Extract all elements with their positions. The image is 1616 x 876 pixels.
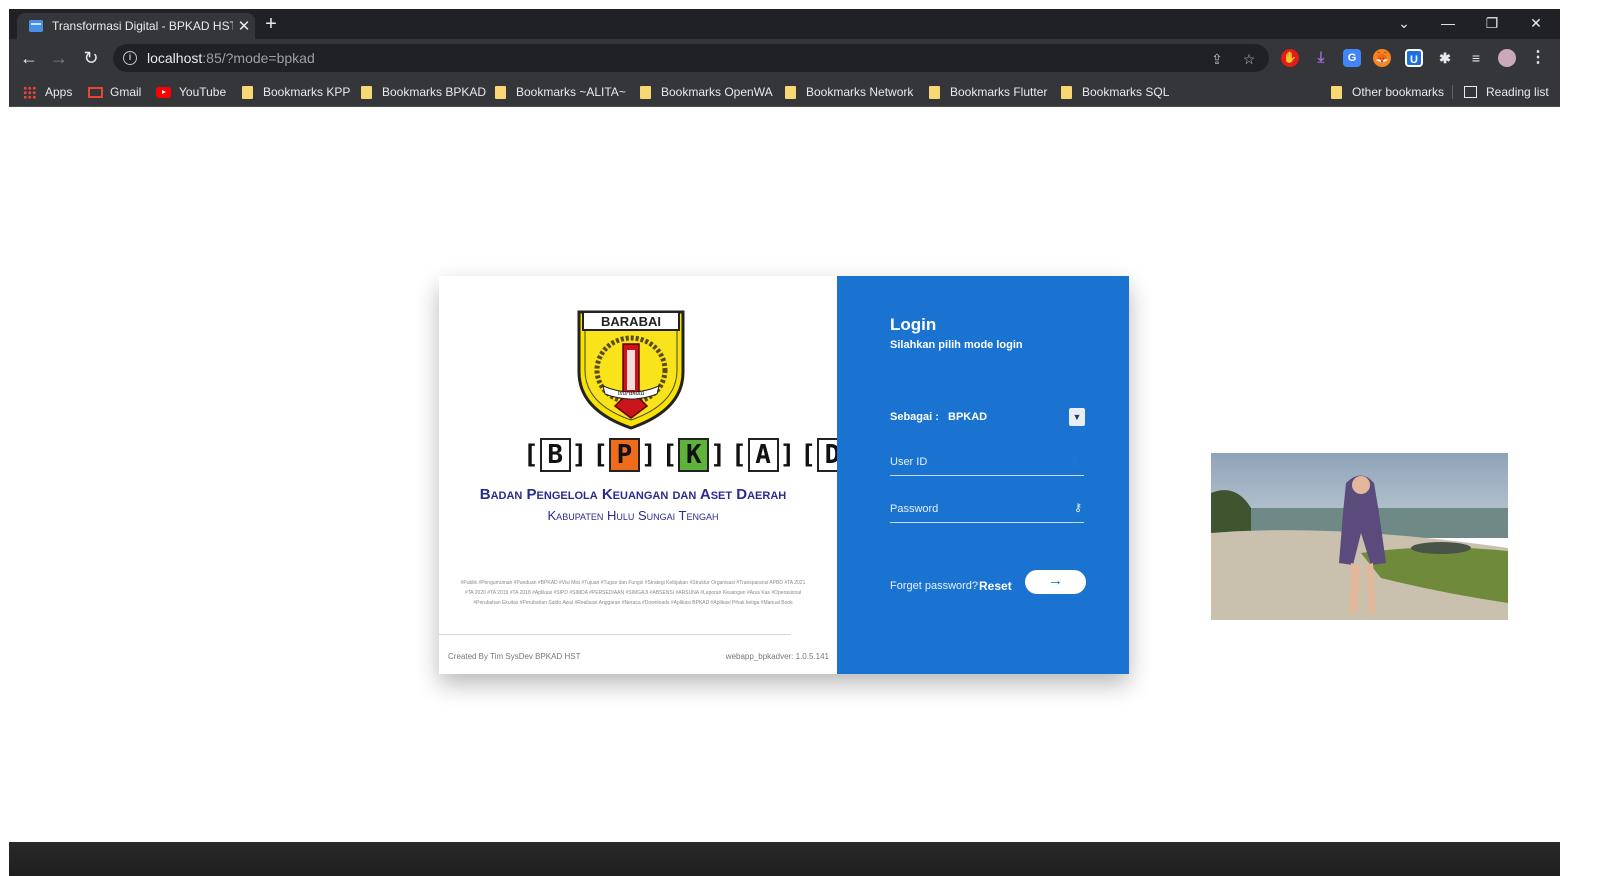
folder-icon (242, 85, 253, 99)
tab-search-chevron-icon[interactable]: ⌄ (1382, 9, 1426, 39)
forward-button[interactable]: → (47, 46, 71, 70)
url-path: :85/?mode=bpkad (202, 50, 315, 66)
barabai-crest-logo: BARABAI murakata (577, 310, 685, 430)
taskbar (9, 842, 1560, 876)
folder-icon (495, 85, 506, 99)
brand-panel: BARABAI murakata [B] [P] [K] [A] [D] Bad… (439, 276, 865, 674)
bookmark-gmail[interactable]: Gmail (88, 84, 141, 100)
userid-field[interactable]: 👤 (890, 452, 1084, 476)
arrow-right-icon: → (1048, 572, 1063, 589)
browser-window: Transformasi Digital - BPKAD HST ✕ + ⌄ —… (9, 9, 1560, 876)
org-region: Kabupaten Hulu Sungai Tengah (547, 508, 719, 523)
address-bar[interactable]: i localhost :85/?mode=bpkad ⇪ ☆ (113, 44, 1269, 72)
bpkad-letter-k: [K] (661, 438, 726, 472)
created-by-text: Created By Tim SysDev BPKAD HST (448, 652, 581, 661)
bookmarks-bar: Apps Gmail YouTube Bookmarks KPP Bookmar… (9, 77, 1560, 107)
bookmark-folder-network[interactable]: Bookmarks Network (785, 84, 913, 100)
url-host: localhost (147, 50, 203, 66)
login-title: Login (890, 315, 937, 334)
menu-kebab-icon[interactable]: ⋮ (1529, 49, 1547, 67)
bookmark-star-icon[interactable]: ☆ (1241, 51, 1257, 67)
version-text: webapp_bpkadver: 1.0.5.141 (725, 652, 829, 661)
userid-input[interactable] (890, 456, 1060, 468)
footer-divider (439, 634, 791, 635)
bookmark-folder-bpkad[interactable]: Bookmarks BPKAD (361, 84, 486, 100)
password-input[interactable] (890, 503, 1060, 515)
bookmark-folder-sql[interactable]: Bookmarks SQL (1061, 84, 1169, 100)
minimize-button[interactable]: — (1426, 9, 1470, 39)
bpkad-letter-b: [B] (523, 438, 588, 472)
translate-extension-icon[interactable]: G (1343, 49, 1361, 67)
bookmark-folder-kpp[interactable]: Bookmarks KPP (242, 84, 350, 100)
bookmark-apps[interactable]: Apps (23, 84, 72, 100)
metamask-extension-icon[interactable]: 🦊 (1373, 49, 1391, 67)
bookmark-separator (1452, 85, 1453, 99)
gmail-icon (88, 86, 103, 98)
folder-icon (1061, 85, 1072, 99)
tab-title: Transformasi Digital - BPKAD HST (52, 19, 233, 33)
tab-strip: Transformasi Digital - BPKAD HST ✕ + ⌄ —… (9, 9, 1560, 39)
extensions-puzzle-icon[interactable]: ✱ (1436, 49, 1454, 67)
close-window-button[interactable]: ✕ (1514, 9, 1558, 39)
crest-title-text: BARABAI (601, 314, 661, 329)
youtube-icon (156, 86, 171, 98)
bookmark-other[interactable]: Other bookmarks (1331, 84, 1444, 100)
login-card: BARABAI murakata [B] [P] [K] [A] [D] Bad… (439, 276, 1129, 674)
reading-list[interactable]: Reading list (1464, 84, 1549, 100)
folder-icon (785, 85, 796, 99)
folder-icon (361, 85, 372, 99)
tab-active[interactable]: Transformasi Digital - BPKAD HST ✕ (17, 13, 255, 39)
crest-ribbon-text: murakata (618, 389, 645, 397)
sebagai-dropdown-chevron-icon[interactable]: ▼ (1069, 408, 1085, 426)
reading-list-icon (1464, 86, 1477, 98)
reload-button[interactable]: ↻ (79, 46, 103, 70)
login-panel: Login Silahkan pilih mode login Sebagai … (837, 276, 1129, 674)
profile-avatar[interactable] (1498, 49, 1516, 67)
page-favicon-icon (29, 20, 43, 32)
bookmark-folder-alita[interactable]: Bookmarks ~ALITA~ (495, 84, 626, 100)
back-button[interactable]: ← (17, 46, 41, 70)
sebagai-label: Sebagai : (890, 411, 939, 423)
media-playlist-icon[interactable]: ≡ (1467, 49, 1485, 67)
download-extension-icon[interactable]: ⤓ (1312, 49, 1330, 67)
forget-password-text: Forget password? (890, 580, 979, 592)
apps-grid-icon (23, 85, 36, 99)
folder-icon (1331, 85, 1342, 99)
browser-toolbar: ← → ↻ i localhost :85/?mode=bpkad ⇪ ☆ ✋ … (9, 39, 1560, 77)
bpkad-letter-a: [A] (730, 438, 796, 472)
video-thumbnail[interactable] (1211, 453, 1508, 620)
key-icon: ⚷ (1073, 502, 1082, 514)
bookmark-youtube[interactable]: YouTube (156, 84, 226, 100)
folder-icon (640, 85, 651, 99)
tab-close-icon[interactable]: ✕ (233, 17, 255, 35)
login-subtitle: Silahkan pilih mode login (890, 339, 1023, 351)
login-submit-button[interactable]: → (1025, 570, 1086, 594)
new-tab-button[interactable]: + (259, 12, 283, 36)
user-icon: 👤 (1068, 455, 1082, 467)
ui-extension-icon[interactable]: U (1405, 49, 1423, 67)
reset-link[interactable]: Reset (979, 579, 1012, 593)
bpkad-wordmark: [B] [P] [K] [A] [D] (523, 438, 865, 472)
bookmark-folder-flutter[interactable]: Bookmarks Flutter (929, 84, 1047, 100)
org-name: Badan Pengelola Keuangan dan Aset Daerah (479, 486, 787, 503)
adblock-extension-icon[interactable]: ✋ (1281, 49, 1299, 67)
bookmark-folder-openwa[interactable]: Bookmarks OpenWA (640, 84, 773, 100)
share-icon[interactable]: ⇪ (1209, 51, 1225, 67)
hashtag-list: #Publik #Pengumuman #Panduan #BPKAD #Vis… (460, 580, 806, 606)
bpkad-letter-p: [P] (592, 438, 657, 472)
folder-icon (929, 85, 940, 99)
site-info-icon[interactable]: i (123, 51, 137, 65)
password-field[interactable]: ⚷ (890, 499, 1084, 523)
sebagai-select-value[interactable]: BPKAD (948, 411, 987, 423)
restore-button[interactable]: ❐ (1470, 9, 1514, 39)
